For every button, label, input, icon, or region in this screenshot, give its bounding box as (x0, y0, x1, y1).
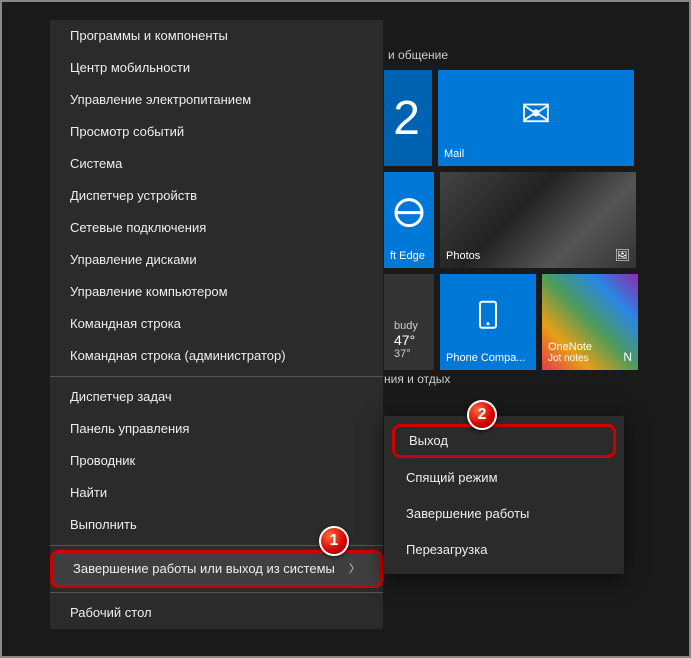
submenu-sleep[interactable]: Спящий режим (384, 460, 624, 496)
calendar-tile[interactable]: 2 (384, 70, 432, 166)
menu-search[interactable]: Найти (50, 477, 383, 509)
annotation-badge-2: 2 (467, 400, 497, 430)
menu-separator (50, 592, 383, 593)
menu-task-manager[interactable]: Диспетчер задач (50, 381, 383, 413)
start-tiles-area: и общение 2 ✉ Mail ft Edge Photos 🖼 budy… (384, 2, 664, 376)
calendar-day: 2 (393, 91, 420, 146)
menu-desktop[interactable]: Рабочий стол (50, 597, 383, 629)
section-header: ния и отдых (384, 372, 450, 386)
shutdown-submenu: Выход Спящий режим Завершение работы Пер… (384, 416, 624, 574)
tile-label: Photos (446, 250, 630, 262)
menu-file-explorer[interactable]: Проводник (50, 445, 383, 477)
section-header: и общение (384, 38, 664, 70)
menu-device-manager[interactable]: Диспетчер устройств (50, 180, 383, 212)
menu-mobility-center[interactable]: Центр мобильности (50, 52, 383, 84)
onenote-icon: N (623, 350, 632, 364)
tile-label: ft Edge (390, 250, 428, 262)
menu-cmd[interactable]: Командная строка (50, 308, 383, 340)
phone-companion-tile[interactable]: Phone Compa... (440, 274, 536, 370)
submenu-signout[interactable]: Выход (392, 424, 616, 458)
menu-cmd-admin[interactable]: Командная строка (администратор) (50, 340, 383, 372)
chevron-right-icon: 〉 (349, 561, 360, 577)
submenu-shutdown[interactable]: Завершение работы (384, 496, 624, 532)
menu-system[interactable]: Система (50, 148, 383, 180)
tile-label: Phone Compa... (446, 352, 530, 364)
menu-network-connections[interactable]: Сетевые подключения (50, 212, 383, 244)
weather-tile[interactable]: budy 47° 37° (384, 274, 434, 370)
menu-label: Завершение работы или выход из системы (73, 561, 335, 577)
tile-label: OneNote (548, 341, 632, 353)
menu-separator (50, 376, 383, 377)
phone-icon (476, 300, 500, 337)
annotation-badge-1: 1 (319, 526, 349, 556)
onenote-tile[interactable]: OneNote Jot notes N (542, 274, 638, 370)
menu-power-options[interactable]: Управление электропитанием (50, 84, 383, 116)
menu-programs-features[interactable]: Программы и компоненты (50, 20, 383, 52)
weather-hi: 47° (394, 332, 424, 348)
menu-event-viewer[interactable]: Просмотр событий (50, 116, 383, 148)
menu-disk-management[interactable]: Управление дисками (50, 244, 383, 276)
mail-icon: ✉ (521, 93, 551, 135)
tile-sublabel: Jot notes (548, 353, 632, 364)
photos-tile[interactable]: Photos 🖼 (440, 172, 636, 268)
edge-tile[interactable]: ft Edge (384, 172, 434, 268)
weather-lo: 37° (394, 348, 424, 360)
weather-cond: budy (394, 320, 424, 332)
menu-computer-management[interactable]: Управление компьютером (50, 276, 383, 308)
submenu-restart[interactable]: Перезагрузка (384, 532, 624, 568)
menu-control-panel[interactable]: Панель управления (50, 413, 383, 445)
mail-tile[interactable]: ✉ Mail (438, 70, 634, 166)
tile-label: Mail (444, 148, 628, 160)
edge-icon (393, 197, 425, 236)
